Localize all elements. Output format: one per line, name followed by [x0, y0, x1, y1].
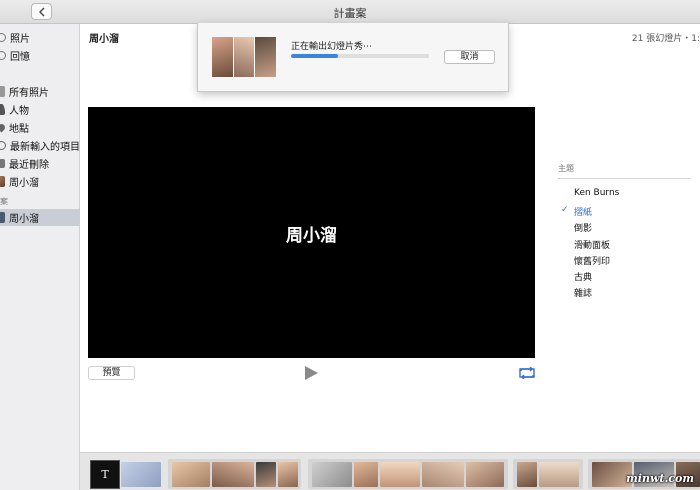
export-progress-dialog: 正在輸出幻燈片秀⋯ 取消: [197, 23, 509, 92]
theme-item-origami[interactable]: 摺紙: [574, 205, 592, 218]
theme-item-vintage-prints[interactable]: 懷舊列印: [574, 254, 610, 267]
slide-thumbnail[interactable]: [517, 462, 537, 487]
slide-thumbnail[interactable]: [380, 462, 420, 487]
sidebar-item-people[interactable]: 人物: [0, 101, 80, 118]
sidebar-item-label: 所有照片: [9, 88, 49, 99]
theme-item-magazine[interactable]: 雜誌: [574, 286, 592, 299]
sidebar-item-label: 回憶: [10, 52, 30, 63]
play-icon[interactable]: [303, 365, 319, 381]
export-progress-bar: [291, 54, 429, 58]
export-status-text: 正在輸出幻燈片秀⋯: [291, 42, 373, 52]
album-icon: [0, 176, 5, 187]
memories-icon: [0, 51, 6, 60]
slide-thumbnail[interactable]: [256, 462, 276, 487]
themes-divider: [558, 178, 691, 179]
project-title: 周小溜: [89, 34, 119, 45]
sidebar-item-project-slideshow[interactable]: 周小溜: [0, 209, 80, 226]
slide-thumbnail[interactable]: [422, 462, 464, 487]
sidebar-section-projects: 案: [0, 197, 8, 206]
recent-imports-icon: [0, 141, 6, 150]
checkmark-icon: ✓: [561, 205, 569, 215]
thumbnail-tile: [233, 37, 255, 77]
slide-group: [168, 459, 301, 489]
theme-item-sliding-panels[interactable]: 滑動面板: [574, 238, 610, 251]
photos-icon: [0, 33, 6, 42]
slide-thumbnail[interactable]: [539, 462, 579, 487]
project-info: 21 張幻燈片・1:: [631, 34, 700, 44]
slide-group: [308, 459, 508, 489]
thumbnail-tile: [255, 37, 276, 77]
sidebar-item-places[interactable]: 地點: [0, 119, 80, 136]
slide-group: [513, 459, 583, 489]
sidebar-item-memories[interactable]: 回憶: [0, 47, 80, 64]
all-photos-icon: [0, 86, 5, 97]
window-title: 計畫案: [333, 7, 367, 20]
export-thumbnail: [212, 37, 276, 77]
slide-thumbnail[interactable]: [466, 462, 504, 487]
sidebar-item-label: 照片: [10, 34, 30, 45]
sidebar-item-label: 人物: [9, 106, 29, 117]
sidebar: 照片 回憶 所有照片 人物 地點 最新輸入的項目 最近刪除 周小溜 案 周小溜: [0, 24, 80, 490]
slide-thumbnail[interactable]: [212, 462, 254, 487]
themes-header: 主題: [558, 164, 574, 173]
thumbnail-tile: [212, 37, 233, 77]
theme-item-ken-burns[interactable]: Ken Burns: [574, 188, 619, 198]
theme-item-reflections[interactable]: 倒影: [574, 221, 592, 234]
slide-thumbnail[interactable]: [354, 462, 378, 487]
trash-icon: [0, 159, 5, 168]
sidebar-item-label: 地點: [9, 124, 29, 135]
watermark: minwt.com: [626, 472, 694, 485]
people-icon: [0, 104, 5, 115]
sidebar-item-photos[interactable]: 照片: [0, 29, 80, 46]
sidebar-item-recently-deleted[interactable]: 最近刪除: [0, 155, 80, 172]
sidebar-item-label: 周小溜: [9, 178, 39, 189]
sidebar-item-recent-imports[interactable]: 最新輸入的項目: [0, 137, 80, 154]
slide-thumbnail[interactable]: [278, 462, 298, 487]
sidebar-item-album[interactable]: 周小溜: [0, 173, 80, 190]
sidebar-item-all-photos[interactable]: 所有照片: [0, 83, 80, 100]
slide-title: 周小溜: [286, 226, 337, 246]
sidebar-item-label: 最新輸入的項目: [10, 142, 80, 153]
cancel-button[interactable]: 取消: [444, 50, 495, 64]
filmstrip[interactable]: T minwt.com: [80, 452, 700, 490]
theme-item-classic[interactable]: 古典: [574, 270, 592, 283]
title-slide-thumbnail[interactable]: T: [90, 460, 120, 489]
sidebar-item-label: 最近刪除: [9, 160, 49, 171]
slide-thumbnail[interactable]: [121, 462, 161, 487]
sidebar-item-label: 周小溜: [9, 214, 39, 225]
preview-button[interactable]: 預覽: [88, 366, 135, 380]
progress-fill: [291, 54, 338, 58]
places-icon: [0, 122, 7, 133]
loop-icon[interactable]: [519, 367, 535, 379]
title-bar: 計畫案: [0, 0, 700, 24]
slideshow-preview[interactable]: 周小溜: [88, 107, 535, 358]
slide-thumbnail[interactable]: [312, 462, 352, 487]
slide-thumbnail[interactable]: [172, 462, 210, 487]
slideshow-icon: [0, 212, 5, 223]
